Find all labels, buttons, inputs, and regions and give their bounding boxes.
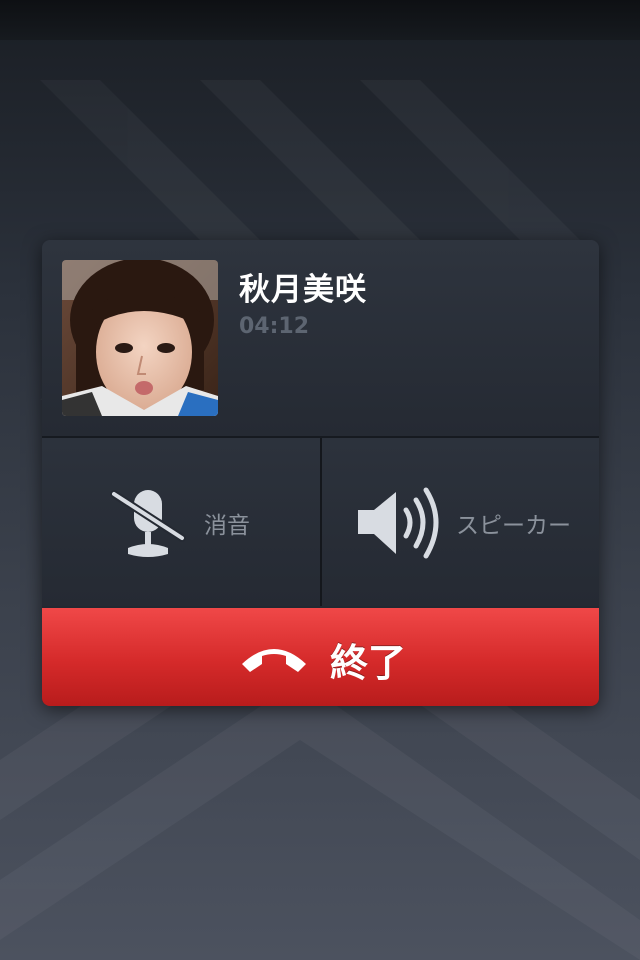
caller-name: 秋月美咲 <box>239 272 367 308</box>
microphone-muted-icon <box>110 490 186 557</box>
end-call-label: 終了 <box>330 641 407 685</box>
speaker-icon <box>358 487 439 559</box>
speaker-label: スピーカー <box>456 513 571 539</box>
avatar <box>62 260 218 416</box>
call-controls: 消音 スピーカー <box>42 438 599 606</box>
status-bar <box>0 0 640 40</box>
phone-hangup-icon <box>242 649 306 672</box>
call-panel: 秋月美咲 04:12 消音 スピーカー 終了 <box>42 240 599 706</box>
speaker-button[interactable]: スピーカー <box>322 438 599 606</box>
mute-button[interactable]: 消音 <box>42 438 322 606</box>
avatar-photo <box>62 260 218 416</box>
mute-label: 消音 <box>204 513 250 539</box>
call-duration: 04:12 <box>239 314 310 339</box>
caller-info: 秋月美咲 04:12 <box>42 240 599 438</box>
end-call-button[interactable]: 終了 <box>42 608 599 706</box>
